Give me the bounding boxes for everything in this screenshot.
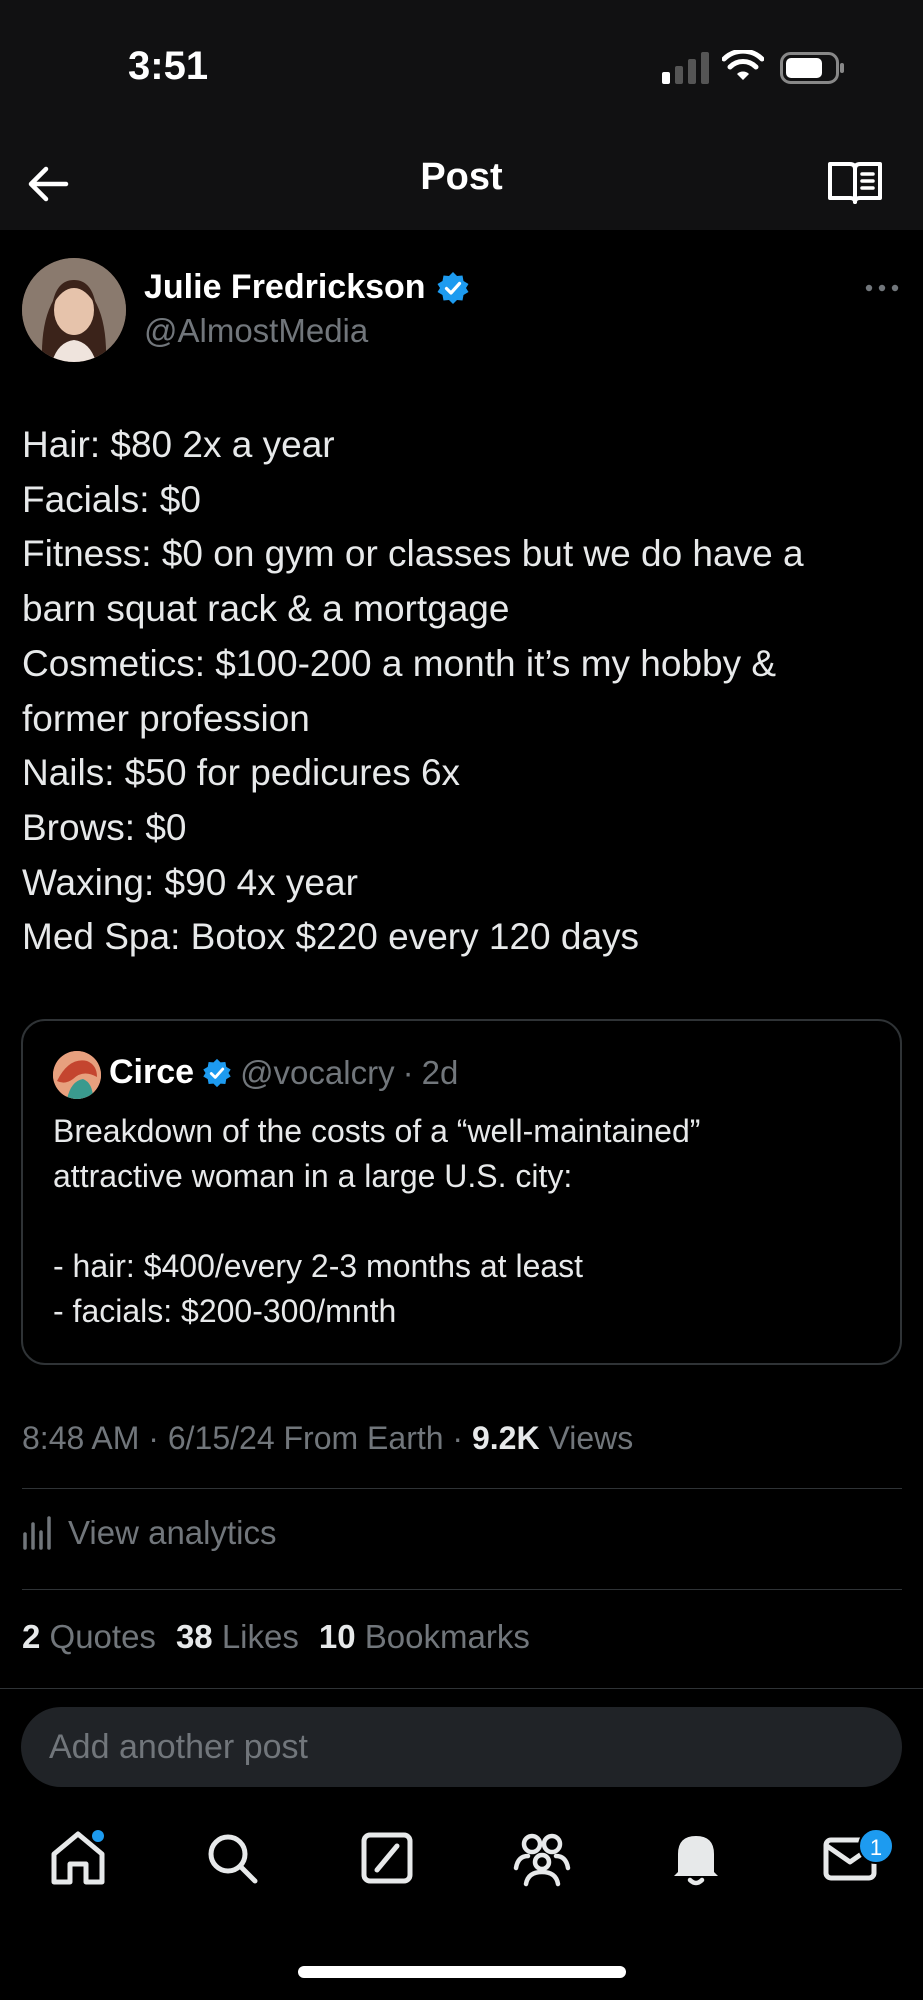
post-line: Med Spa: Botox $220 every 120 days — [22, 916, 640, 958]
post-line: Cosmetics: $100-200 a month it’s my hobb… — [22, 642, 777, 684]
engagement-stats: 2 Quotes 38 Likes 10 Bookmarks — [22, 1618, 530, 1656]
likes-label: Likes — [221, 1618, 299, 1655]
post-line: Facials: $0 — [22, 478, 201, 520]
search-tab[interactable] — [200, 1826, 264, 1890]
bookmarks-stat[interactable]: 10 Bookmarks — [319, 1618, 530, 1656]
post-text: Hair: $80 2x a year Facials: $0 Fitness:… — [22, 418, 902, 965]
post-time: 8:48 AM — [22, 1420, 140, 1456]
grok-icon — [361, 1832, 413, 1884]
quoted-line: Breakdown of the costs of a “well-mainta… — [53, 1113, 701, 1149]
messages-badge: 1 — [858, 1828, 894, 1864]
likes-stat[interactable]: 38 Likes — [176, 1618, 299, 1656]
quoted-avatar — [53, 1051, 101, 1099]
post-source: From Earth — [274, 1420, 444, 1456]
quoted-post-text: Breakdown of the costs of a “well-mainta… — [53, 1109, 883, 1334]
grok-tab[interactable] — [355, 1826, 419, 1890]
quoted-post-time: 2d — [421, 1053, 459, 1091]
post-line: Waxing: $90 4x year — [22, 861, 358, 903]
bookmarks-count: 10 — [318, 1618, 356, 1655]
post-line: Hair: $80 2x a year — [22, 424, 335, 465]
status-bar: 3:51 — [0, 0, 923, 140]
likes-count: 38 — [175, 1618, 213, 1655]
reply-input[interactable] — [21, 1707, 902, 1787]
communities-tab[interactable] — [510, 1826, 574, 1890]
separator-dot: · — [402, 1053, 414, 1091]
post-line: former profession — [22, 697, 310, 739]
signal-icon — [662, 52, 709, 84]
separator-dot: · — [443, 1420, 472, 1456]
views-label: Views — [539, 1420, 634, 1456]
author-handle[interactable]: @AlmostMedia — [144, 312, 368, 350]
author-name-text: Julie Fredrickson — [144, 268, 426, 306]
avatar-photo — [22, 258, 126, 362]
post-date: 6/15/24 — [167, 1420, 275, 1456]
home-notification-dot — [92, 1830, 104, 1842]
bookmarks-label: Bookmarks — [364, 1618, 530, 1655]
quotes-label: Quotes — [49, 1618, 156, 1655]
divider — [22, 1488, 902, 1489]
post-line: Brows: $0 — [22, 806, 187, 848]
quoted-post-card[interactable]: Circe @vocalcry · 2d Breakdown of the co… — [21, 1019, 902, 1365]
verified-badge-icon — [437, 271, 469, 304]
communities-icon — [513, 1833, 571, 1887]
reader-mode-icon[interactable] — [826, 156, 884, 208]
avatar[interactable] — [22, 258, 126, 362]
quoted-author-name: Circe — [109, 1053, 195, 1091]
quoted-line: attractive woman in a large U.S. city: — [53, 1158, 573, 1194]
analytics-icon — [23, 1516, 51, 1550]
notifications-tab[interactable] — [664, 1826, 728, 1890]
reply-composer — [0, 1688, 923, 1800]
quotes-stat[interactable]: 2 Quotes — [22, 1618, 156, 1656]
notifications-icon — [674, 1836, 718, 1886]
back-arrow-icon[interactable] — [22, 158, 74, 210]
quoted-line: - hair: $400/every 2-3 months at least — [53, 1248, 584, 1284]
author-name[interactable]: Julie Fredrickson — [144, 268, 470, 307]
more-options-icon[interactable] — [862, 276, 902, 300]
home-indicator — [298, 1966, 626, 1978]
post-line: Nails: $50 for pedicures 6x — [22, 752, 461, 794]
view-analytics-label: View analytics — [68, 1514, 277, 1551]
quoted-line — [53, 1199, 883, 1244]
post-line: barn squat rack & a mortgage — [22, 588, 510, 630]
quoted-post-header: Circe @vocalcry · 2d — [109, 1053, 458, 1092]
wifi-icon — [722, 50, 764, 80]
post-metadata: 8:48 AM · 6/15/24 From Earth · 9.2K View… — [22, 1420, 633, 1457]
status-time: 3:51 — [128, 44, 209, 88]
quoted-line: - facials: $200-300/mnth — [53, 1293, 397, 1329]
view-analytics-button[interactable]: View analytics — [22, 1514, 277, 1552]
quoted-author-handle: @vocalcry — [240, 1053, 395, 1091]
quoted-avatar-image — [53, 1051, 101, 1099]
divider — [22, 1589, 902, 1590]
page-title: Post — [420, 156, 503, 198]
search-icon — [208, 1834, 258, 1884]
nav-bar: Post — [0, 140, 923, 230]
quotes-count: 2 — [22, 1618, 41, 1655]
battery-icon — [780, 52, 844, 84]
views-count: 9.2K — [471, 1420, 540, 1456]
separator-dot: · — [139, 1420, 168, 1456]
post-line: Fitness: $0 on gym or classes but we do … — [22, 533, 804, 575]
verified-badge-icon — [203, 1058, 231, 1087]
